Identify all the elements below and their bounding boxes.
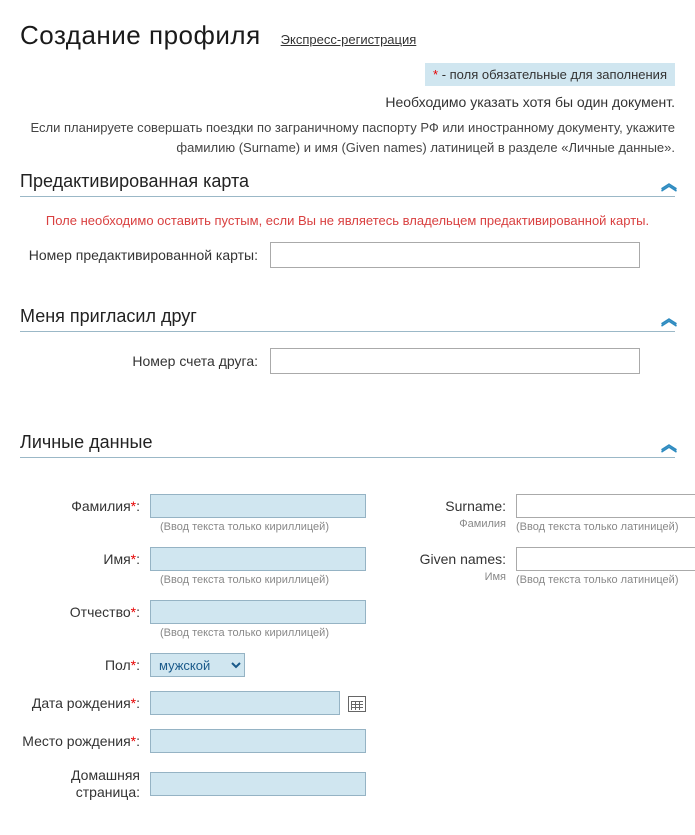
surname-sublabel: Фамилия: [386, 518, 516, 533]
plan-note: Если планируете совершать поездки по заг…: [20, 118, 675, 157]
preactivated-card-input[interactable]: [270, 242, 640, 268]
gender-select[interactable]: мужской: [150, 653, 245, 677]
firstname-label: Имя*:: [20, 551, 150, 568]
section-preactivated-header: Предактивированная карта ︿︿: [20, 171, 675, 197]
collapse-icon[interactable]: ︿︿: [661, 441, 675, 445]
express-registration-link[interactable]: Экспресс-регистрация: [281, 32, 417, 47]
homepage-label: Домашняя страница:: [20, 767, 150, 801]
page-title: Создание профиля: [20, 20, 261, 51]
required-fields-note: * - поля обязательные для заполнения: [425, 63, 675, 86]
firstname-hint: (Ввод текста только кириллицей): [160, 574, 366, 586]
gender-label: Пол*:: [20, 657, 150, 674]
patronymic-hint: (Ввод текста только кириллицей): [160, 627, 366, 639]
birthdate-label: Дата рождения*:: [20, 695, 150, 712]
surname-input[interactable]: [516, 494, 695, 518]
given-hint: (Ввод текста только латиницей): [516, 574, 695, 586]
lastname-hint: (Ввод текста только кириллицей): [160, 521, 366, 533]
given-label: Given names:: [386, 551, 516, 568]
lastname-label: Фамилия*:: [20, 498, 150, 515]
section-preactivated-title: Предактивированная карта: [20, 171, 249, 192]
given-input[interactable]: [516, 547, 695, 571]
collapse-icon[interactable]: ︿︿: [661, 180, 675, 184]
section-friend-title: Меня пригласил друг: [20, 306, 197, 327]
homepage-input[interactable]: [150, 772, 366, 796]
birthplace-label: Место рождения*:: [20, 733, 150, 750]
patronymic-label: Отчество*:: [20, 604, 150, 621]
calendar-icon[interactable]: [348, 696, 366, 712]
lastname-input[interactable]: [150, 494, 366, 518]
friend-account-input[interactable]: [270, 348, 640, 374]
friend-account-label: Номер счета друга:: [20, 353, 270, 369]
preactivated-card-label: Номер предактивированной карты:: [20, 247, 270, 263]
section-personal-header: Личные данные ︿︿: [20, 432, 675, 458]
surname-hint: (Ввод текста только латиницей): [516, 521, 695, 533]
section-friend-header: Меня пригласил друг ︿︿: [20, 306, 675, 332]
patronymic-input[interactable]: [150, 600, 366, 624]
section-personal-title: Личные данные: [20, 432, 152, 453]
birthplace-input[interactable]: [150, 729, 366, 753]
preactivated-warning: Поле необходимо оставить пустым, если Вы…: [20, 213, 675, 228]
collapse-icon[interactable]: ︿︿: [661, 315, 675, 319]
given-sublabel: Имя: [386, 571, 516, 586]
birthdate-input[interactable]: [150, 691, 340, 715]
required-fields-text: - поля обязательные для заполнения: [438, 67, 667, 82]
firstname-input[interactable]: [150, 547, 366, 571]
surname-label: Surname:: [386, 498, 516, 515]
document-note: Необходимо указать хотя бы один документ…: [20, 94, 675, 110]
